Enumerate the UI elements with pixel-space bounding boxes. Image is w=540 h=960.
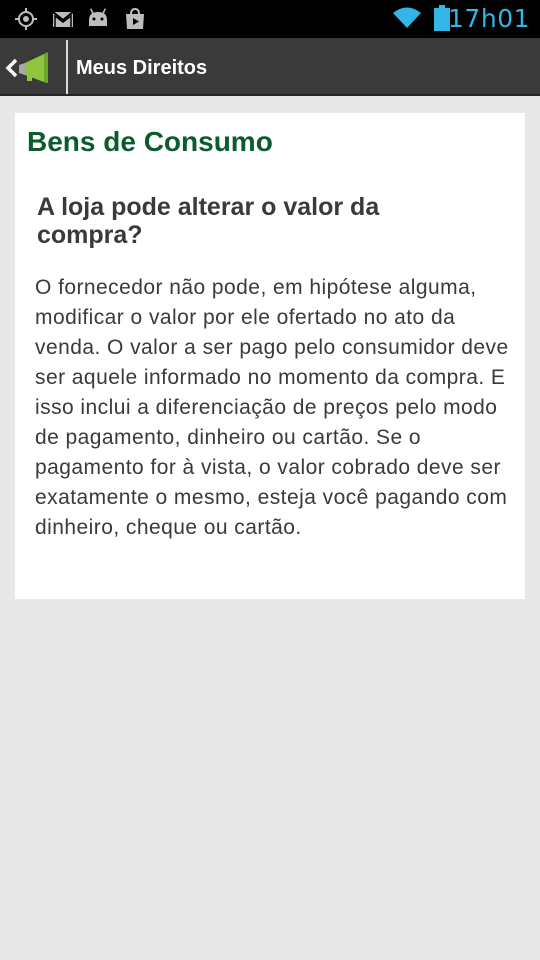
section-title: Bens de Consumo <box>27 126 273 157</box>
action-bar-divider <box>66 40 68 94</box>
clock-time: 17h01 <box>448 4 530 33</box>
question-heading: A loja pode alterar o valor da compra? <box>37 193 380 249</box>
action-bar: Meus Direitos <box>0 38 540 96</box>
answer-text: O fornecedor não pode, em hipótese algum… <box>35 276 509 539</box>
content-card: Bens de Consumo A loja pode alterar o va… <box>15 113 525 599</box>
gps-icon <box>15 8 37 30</box>
action-bar-title: Meus Direitos <box>76 57 208 79</box>
gmail-icon <box>52 11 74 27</box>
megaphone-icon <box>19 52 48 83</box>
android-debug-icon <box>89 8 107 26</box>
wifi-icon <box>393 7 421 28</box>
status-bar: 17h01 <box>0 0 540 38</box>
up-button[interactable] <box>0 38 66 96</box>
play-store-icon <box>126 7 144 29</box>
